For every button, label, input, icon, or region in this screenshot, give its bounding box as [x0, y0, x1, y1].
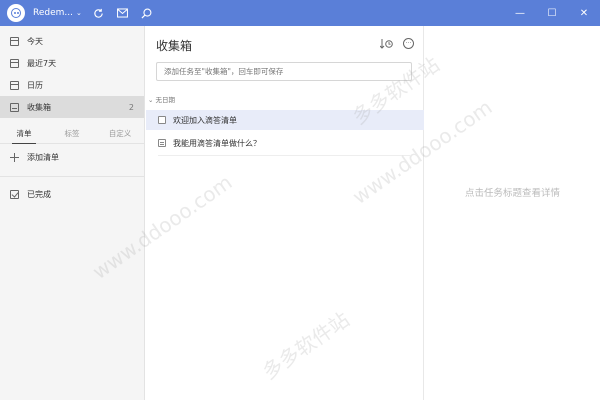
calendar-icon: [10, 58, 19, 68]
task-title[interactable]: 我能用滴答清单做什么？: [173, 138, 261, 149]
close-button[interactable]: ✕: [568, 0, 600, 26]
section-header-no-date[interactable]: ⌄ 无日期: [148, 94, 175, 104]
sidebar-item-next7days[interactable]: 最近7天: [0, 52, 144, 74]
task-row[interactable]: 我能用滴答清单做什么？: [146, 133, 424, 153]
sidebar-item-label: 收集箱: [27, 102, 51, 112]
title-bar: Redem... ⌄ — ☐ ✕: [0, 0, 600, 26]
completed-label: 已完成: [27, 189, 51, 199]
add-list-button[interactable]: 添加清单: [0, 146, 144, 168]
plus-icon: [10, 152, 19, 162]
sidebar-item-calendar[interactable]: 日历: [0, 74, 144, 96]
sidebar-divider: [0, 176, 144, 177]
calendar-icon: [10, 80, 19, 90]
window-controls: — ☐ ✕: [504, 0, 600, 26]
mail-icon[interactable]: [116, 6, 130, 20]
avatar-icon: [11, 8, 21, 18]
more-options-icon[interactable]: ···: [403, 38, 414, 49]
checkbox-checked-icon: [10, 189, 19, 199]
sidebar: 今天 最近7天 日历 收集箱 2 清单 标签 自定义 添加清单 已完成: [0, 26, 145, 400]
chevron-down-icon: ⌄: [76, 9, 82, 17]
sidebar-item-completed[interactable]: 已完成: [0, 183, 144, 205]
section-label: 无日期: [155, 96, 176, 104]
add-task-input[interactable]: [156, 62, 412, 81]
task-list-pane: 收集箱 ··· ⌄ 无日期 欢迎加入滴答清单 我能用滴答清单做什么？: [146, 26, 424, 400]
collapse-icon: ⌄: [148, 96, 154, 104]
task-divider: [158, 155, 410, 156]
task-row[interactable]: 欢迎加入滴答清单: [146, 110, 424, 130]
search-icon[interactable]: [140, 6, 154, 20]
sync-icon[interactable]: [92, 6, 106, 20]
tab-tags[interactable]: 标签: [48, 124, 96, 143]
sidebar-item-today[interactable]: 今天: [0, 30, 144, 52]
username-label: Redem...: [33, 8, 73, 18]
user-avatar[interactable]: [7, 4, 25, 22]
add-list-label: 添加清单: [27, 152, 59, 162]
minimize-button[interactable]: —: [504, 0, 536, 26]
inbox-icon: [10, 102, 19, 112]
detail-placeholder-text: 点击任务标题查看详情: [464, 188, 560, 199]
task-checkbox[interactable]: [158, 139, 166, 147]
calendar-icon: [10, 36, 19, 46]
sidebar-item-label: 日历: [27, 80, 43, 90]
tab-custom[interactable]: 自定义: [96, 124, 144, 143]
sidebar-item-inbox[interactable]: 收集箱 2: [0, 96, 144, 118]
task-title[interactable]: 欢迎加入滴答清单: [173, 115, 237, 126]
tab-lists[interactable]: 清单: [0, 124, 48, 144]
inbox-count-badge: 2: [128, 102, 134, 112]
task-checkbox[interactable]: [158, 116, 166, 124]
maximize-button[interactable]: ☐: [536, 0, 568, 26]
sidebar-item-label: 最近7天: [27, 58, 57, 68]
sidebar-tabs: 清单 标签 自定义: [0, 124, 144, 144]
sort-icon[interactable]: [379, 39, 393, 52]
username-menu[interactable]: Redem... ⌄: [33, 8, 82, 18]
sidebar-item-label: 今天: [27, 36, 43, 46]
task-detail-pane: 点击任务标题查看详情: [425, 26, 600, 400]
page-title: 收集箱: [156, 39, 193, 53]
